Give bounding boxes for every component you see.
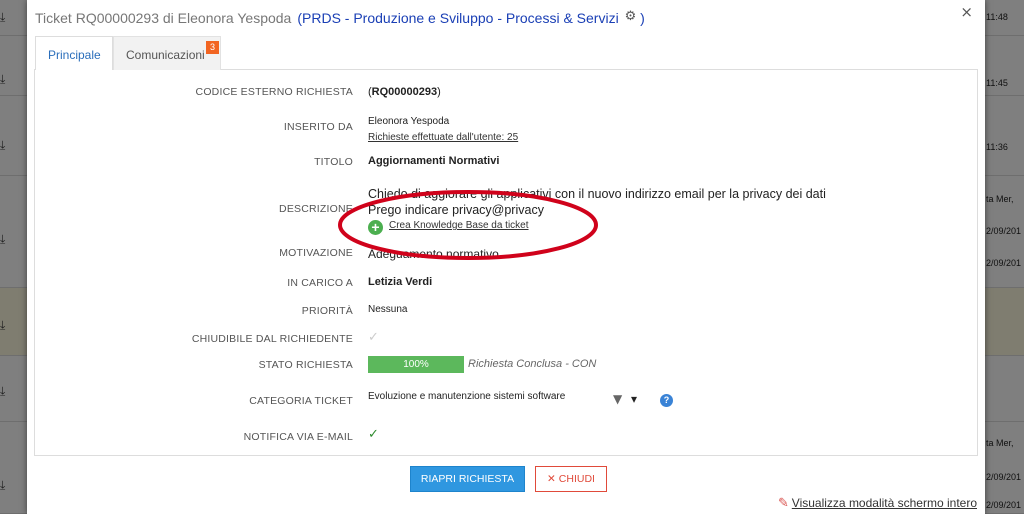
filter-icon[interactable]: ▼ <box>613 392 622 406</box>
ticket-modal: Ticket RQ00000293 di Eleonora Yespoda (PR… <box>27 0 985 514</box>
tab-comunicazioni[interactable]: Comunicazioni 3 <box>113 36 221 70</box>
unread-badge: 3 <box>205 41 219 54</box>
descrizione-label: DESCRIZIONE <box>279 203 353 215</box>
help-icon[interactable]: ? <box>660 394 673 407</box>
check-icon: ✓ <box>368 330 379 345</box>
categoria-label: CATEGORIA TICKET <box>249 395 353 407</box>
close-icon[interactable]: × <box>960 3 973 21</box>
gear-icon[interactable]: ⚙ <box>625 9 637 24</box>
descrizione-line-1: Chiedo di aggiorare gli applicativi con … <box>368 187 826 201</box>
modal-title: Ticket RQ00000293 di Eleonora Yespoda (PR… <box>35 9 645 27</box>
priorita-label: PRIORITÀ <box>301 305 353 317</box>
ticket-details-panel: CODICE ESTERNO RICHIESTA (RQ00000293) IN… <box>34 70 978 456</box>
categoria-value: Evoluzione e manutenzione sistemi softwa… <box>368 391 566 402</box>
ticket-title: Ticket RQ00000293 di Eleonora Yespoda <box>35 10 292 26</box>
codice-label: CODICE ESTERNO RICHIESTA <box>195 86 353 98</box>
incarico-value: Letizia Verdi <box>368 276 433 288</box>
titolo-label: TITOLO <box>314 156 353 168</box>
descrizione-line-2: Prego indicare privacy@privacy <box>368 203 544 217</box>
tab-label: Principale <box>48 48 101 62</box>
user-requests-link[interactable]: Richieste effettuate dall'utente: 25 <box>368 132 518 143</box>
pencil-icon: ✎ <box>778 496 789 511</box>
status-text: Richiesta Conclusa - CON <box>468 358 597 370</box>
motivazione-value: Adeguamento normativo <box>368 247 499 261</box>
inserito-label: INSERITO DA <box>283 121 353 133</box>
motivazione-label: MOTIVAZIONE <box>279 247 353 259</box>
create-kb-link[interactable]: Crea Knowledge Base da ticket <box>389 220 529 231</box>
organization-label: (PRDS - Produzione e Sviluppo - Processi… <box>297 9 645 26</box>
notifica-label: NOTIFICA VIA E-MAIL <box>243 431 353 443</box>
tab-principale[interactable]: Principale <box>35 36 113 71</box>
progress-fill: 100% <box>368 356 464 373</box>
titolo-value: Aggiornamenti Normativi <box>368 155 500 167</box>
tab-bar: Principale Comunicazioni 3 <box>34 36 978 71</box>
chevron-down-icon[interactable]: ▾ <box>631 392 637 406</box>
tab-label: Comunicazioni <box>126 48 205 62</box>
status-progress-bar: 100% <box>368 356 464 373</box>
close-x-icon: ✕ <box>547 473 556 485</box>
add-circle-icon[interactable]: + <box>368 220 383 235</box>
chiudibile-label: CHIUDIBILE DAL RICHIEDENTE <box>191 333 353 345</box>
incarico-label: IN CARICO A <box>287 277 353 289</box>
stato-label: STATO RICHIESTA <box>258 359 353 371</box>
modal-header: Ticket RQ00000293 di Eleonora Yespoda (PR… <box>27 0 985 36</box>
codice-value: (RQ00000293) <box>368 86 441 98</box>
check-icon: ✓ <box>368 427 379 442</box>
priorita-value: Nessuna <box>368 304 408 315</box>
fullscreen-link[interactable]: Visualizza modalità schermo intero <box>792 496 977 510</box>
reopen-request-button[interactable]: RIAPRI RICHIESTA <box>410 466 525 492</box>
close-request-button[interactable]: ✕ CHIUDI <box>535 466 607 492</box>
inserito-name: Eleonora Yespoda <box>368 116 450 127</box>
